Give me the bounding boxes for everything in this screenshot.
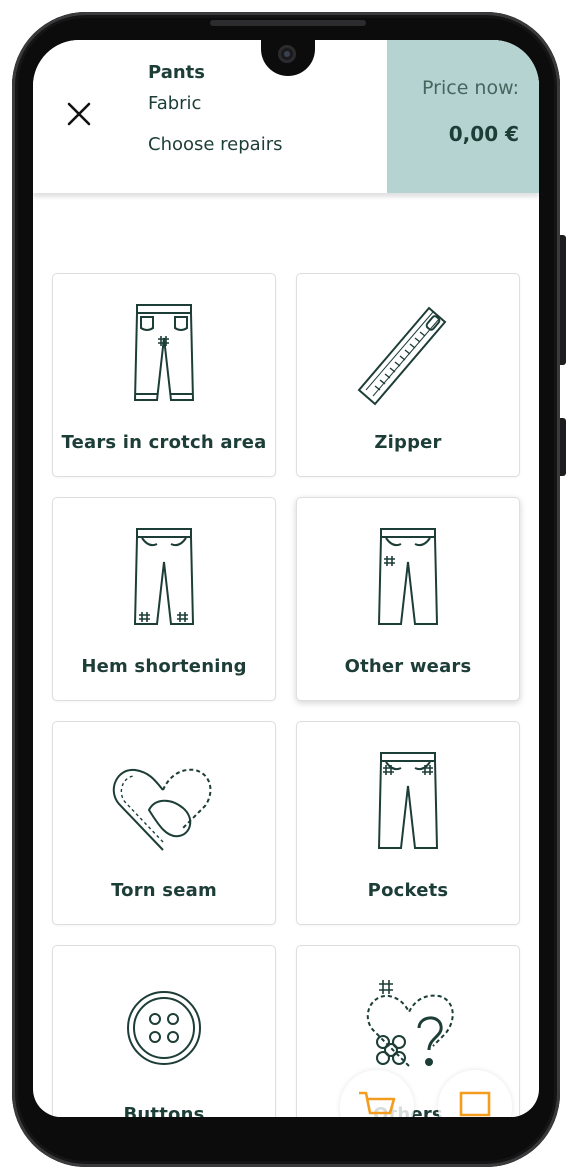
repair-tile-tears-crotch[interactable]: Tears in crotch area [52,273,276,477]
price-label: Price now: [422,77,519,99]
repair-tile-zipper[interactable]: Zipper [296,273,520,477]
torn-seam-heart-icon [112,768,212,851]
pants-crotch-patch-icon [133,304,195,401]
volume-button [560,235,566,365]
pants-patch-icon [377,528,439,625]
repair-label: Torn seam [111,880,217,901]
repair-label: Pockets [367,880,449,901]
step-label: Choose repairs [148,134,283,155]
close-button[interactable] [61,96,97,132]
material-label: Fabric [148,93,202,114]
repair-tile-buttons[interactable]: Buttons [52,945,276,1117]
pants-hem-patch-icon [133,528,195,625]
price-value: 0,00 € [448,122,519,146]
product-title: Pants [148,62,205,83]
pants-pockets-icon [377,752,439,849]
front-camera [278,45,296,63]
close-icon [67,102,91,126]
price-panel: Price now: 0,00 € [387,40,539,193]
repair-tile-hem-shortening[interactable]: Hem shortening [52,497,276,701]
repair-label: Hem shortening [81,656,247,677]
cart-icon [359,1091,396,1115]
speaker-grill [210,20,366,26]
button-icon [127,991,201,1065]
repair-label: Zipper [374,432,442,453]
repair-label: Tears in crotch area [61,432,267,453]
app-screen: Pants Fabric Choose repairs Price now: 0… [33,40,539,1117]
other-repairs-icon [366,980,454,1067]
repair-tile-torn-seam[interactable]: Torn seam [52,721,276,925]
chat-icon [459,1091,491,1117]
repair-tile-other-wears[interactable]: Other wears [296,497,520,701]
zipper-icon [357,306,447,406]
power-button [560,418,566,476]
repair-tile-pockets[interactable]: Pockets [296,721,520,925]
breadcrumb: Pants Fabric Choose repairs [148,62,283,156]
repair-label: Buttons [123,1104,205,1117]
repair-label: Other wears [344,656,472,677]
